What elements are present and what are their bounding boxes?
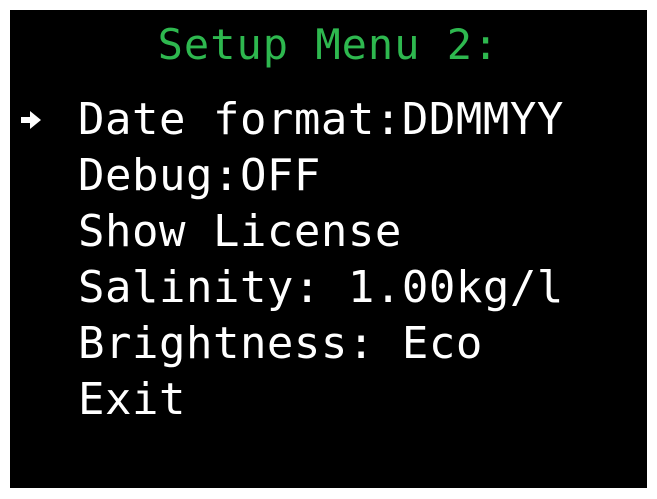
menu-item-label: Exit [78,374,186,425]
menu-item-show-license[interactable]: Show License [10,204,647,260]
menu-item-label: Show License [78,206,402,257]
menu-item-date-format[interactable]: Date format:DDMMYY [10,92,647,148]
device-screen: Setup Menu 2: Date format:DDMMYY Debug:O… [10,10,647,488]
device-frame: Setup Menu 2: Date format:DDMMYY Debug:O… [0,0,657,499]
menu-item-exit[interactable]: Exit [10,372,647,428]
menu-item-label: Salinity: 1.00kg/l [78,262,564,313]
menu-item-debug[interactable]: Debug:OFF [10,148,647,204]
setup-menu: Date format:DDMMYY Debug:OFF Show Licens… [10,92,647,428]
menu-item-brightness[interactable]: Brightness: Eco [10,316,647,372]
menu-title: Setup Menu 2: [157,20,500,69]
menu-item-label: Brightness: Eco [78,318,483,369]
menu-item-label: Debug:OFF [78,150,321,201]
right-arrow-icon [16,92,46,148]
menu-item-salinity[interactable]: Salinity: 1.00kg/l [10,260,647,316]
menu-item-label: Date format:DDMMYY [78,94,564,145]
